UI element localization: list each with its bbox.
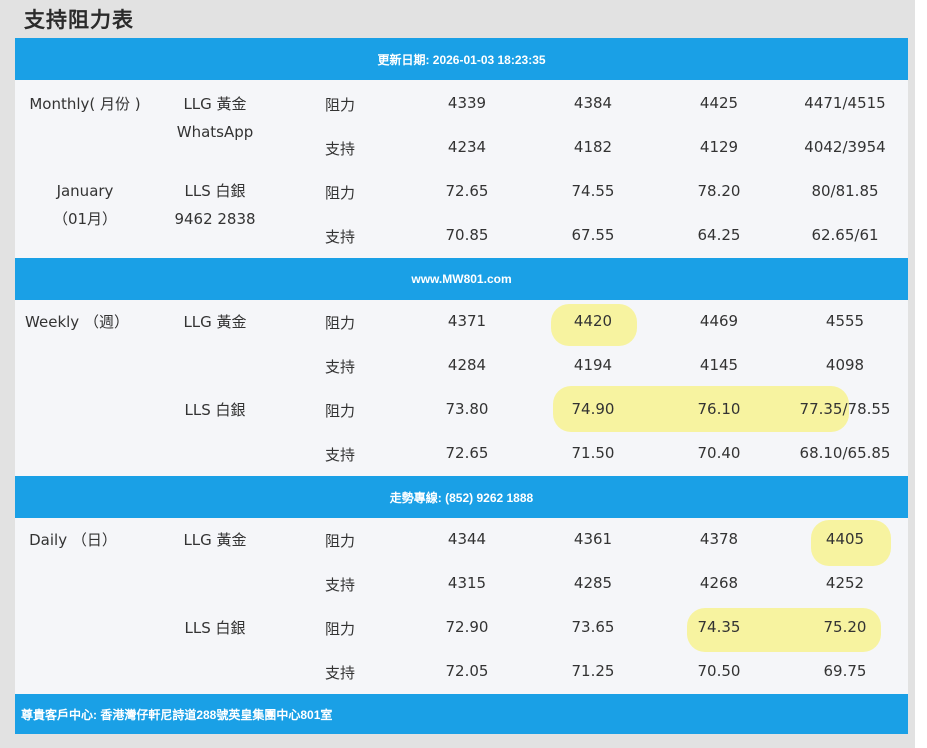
monthly-gold-sup-v4: 4042/3954 (804, 138, 886, 156)
weekly-gold-res-v3: 4469 (699, 312, 739, 330)
weekly-gold-res-v1: 4371 (447, 312, 487, 330)
monthly-silver-res-v4: 80/81.85 (811, 182, 879, 200)
daily-gold-res-v3: 4378 (699, 530, 739, 548)
weekly-silver-res-v2: 74.90 (571, 400, 615, 418)
address-band: 尊貴客戶中心: 香港灣仔軒尼詩道288號英皇集團中心801室 (15, 694, 908, 734)
weekly-gold-name: LLG 黃金 (183, 313, 247, 331)
update-date-band: 更新日期: 2026-01-03 18:23:35 (15, 38, 908, 80)
daily-gold-sup-v1: 4315 (447, 574, 487, 592)
monthly-silver-sup-v1: 70.85 (445, 226, 489, 244)
daily-silver-res-v4: 75.20 (823, 618, 867, 636)
monthly-silver-res-type: 阻力 (325, 184, 356, 202)
weekly-silver-sup-type: 支持 (325, 446, 356, 464)
monthly-silver-res-v3: 78.20 (697, 182, 741, 200)
website-band: www.MW801.com (15, 258, 908, 300)
daily-silver-sup-type: 支持 (325, 664, 356, 682)
monthly-gold-sup-type: 支持 (325, 140, 356, 158)
monthly-gold-name: LLG 黃金 (183, 95, 247, 113)
daily-silver-sup-v2: 71.25 (571, 662, 615, 680)
weekly-silver-res-type: 阻力 (325, 402, 356, 420)
daily-gold-sup-v3: 4268 (699, 574, 739, 592)
sr-table: 更新日期: 2026-01-03 18:23:35 Monthly( 月份 ) … (15, 38, 908, 734)
weekly-gold-res-v4: 4555 (825, 312, 865, 330)
daily-silver-sup-v4: 69.75 (823, 662, 867, 680)
daily-silver-res-type: 阻力 (325, 620, 356, 638)
monthly-gold-res-v2: 4384 (573, 94, 613, 112)
weekly-silver-res-v3: 76.10 (697, 400, 741, 418)
monthly-month-name: January (56, 182, 114, 200)
weekly-silver-sup-v3: 70.40 (697, 444, 741, 462)
monthly-gold-res-v3: 4425 (699, 94, 739, 112)
daily-gold-res-v4: 4405 (825, 530, 865, 548)
hotline-band: 走勢專線: (852) 9262 1888 (15, 476, 908, 518)
weekly-silver-res-v1: 73.80 (445, 400, 489, 418)
monthly-month-number: （01月） (52, 210, 118, 228)
weekly-silver-name: LLS 白銀 (184, 401, 246, 419)
weekly-gold-sup-v3: 4145 (699, 356, 739, 374)
daily-silver-sup-v1: 72.05 (445, 662, 489, 680)
weekly-silver-res-v4: 77.35/78.55 (799, 400, 891, 418)
weekly-gold-res-v2: 4420 (573, 312, 613, 330)
daily-gold-sup-v2: 4285 (573, 574, 613, 592)
weekly-gold-sup-v2: 4194 (573, 356, 613, 374)
support-resistance-panel: 支持阻力表 更新日期: 2026-01-03 18:23:35 Monthly(… (0, 0, 915, 748)
daily-gold-res-v1: 4344 (447, 530, 487, 548)
daily-gold-res-type: 阻力 (325, 532, 356, 550)
daily-silver-res-v2: 73.65 (571, 618, 615, 636)
monthly-gold-res-type: 阻力 (325, 96, 356, 114)
monthly-label: Monthly( 月份 ) (29, 95, 141, 113)
monthly-gold-sup-v3: 4129 (699, 138, 739, 156)
monthly-silver-sup-v3: 64.25 (697, 226, 741, 244)
monthly-silver-res-v2: 74.55 (571, 182, 615, 200)
monthly-gold-sup-v2: 4182 (573, 138, 613, 156)
daily-silver-sup-v3: 70.50 (697, 662, 741, 680)
weekly-silver-sup-v1: 72.65 (445, 444, 489, 462)
monthly-gold-res-v1: 4339 (447, 94, 487, 112)
daily-silver-name: LLS 白銀 (184, 619, 246, 637)
daily-label: Daily （日） (29, 531, 117, 549)
weekly-gold-sup-v1: 4284 (447, 356, 487, 374)
monthly-silver-contact: 9462 2838 (174, 210, 256, 228)
monthly-gold-sup-v1: 4234 (447, 138, 487, 156)
weekly-label: Weekly （週） (25, 313, 129, 331)
weekly-gold-sup-type: 支持 (325, 358, 356, 376)
monthly-gold-contact: WhatsApp (176, 123, 254, 141)
monthly-silver-sup-v4: 62.65/61 (811, 226, 879, 244)
weekly-gold-res-type: 阻力 (325, 314, 356, 332)
weekly-gold-sup-v4: 4098 (825, 356, 865, 374)
daily-silver-res-v3: 74.35 (697, 618, 741, 636)
weekly-silver-sup-v4: 68.10/65.85 (799, 444, 891, 462)
monthly-silver-sup-v2: 67.55 (571, 226, 615, 244)
weekly-silver-sup-v2: 71.50 (571, 444, 615, 462)
daily-silver-res-v1: 72.90 (445, 618, 489, 636)
daily-gold-res-v2: 4361 (573, 530, 613, 548)
monthly-silver-sup-type: 支持 (325, 228, 356, 246)
daily-gold-sup-v4: 4252 (825, 574, 865, 592)
monthly-silver-res-v1: 72.65 (445, 182, 489, 200)
daily-gold-sup-type: 支持 (325, 576, 356, 594)
daily-gold-name: LLG 黃金 (183, 531, 247, 549)
page-title: 支持阻力表 (24, 8, 134, 32)
monthly-gold-res-v4: 4471/4515 (804, 94, 886, 112)
monthly-silver-name: LLS 白銀 (184, 182, 246, 200)
